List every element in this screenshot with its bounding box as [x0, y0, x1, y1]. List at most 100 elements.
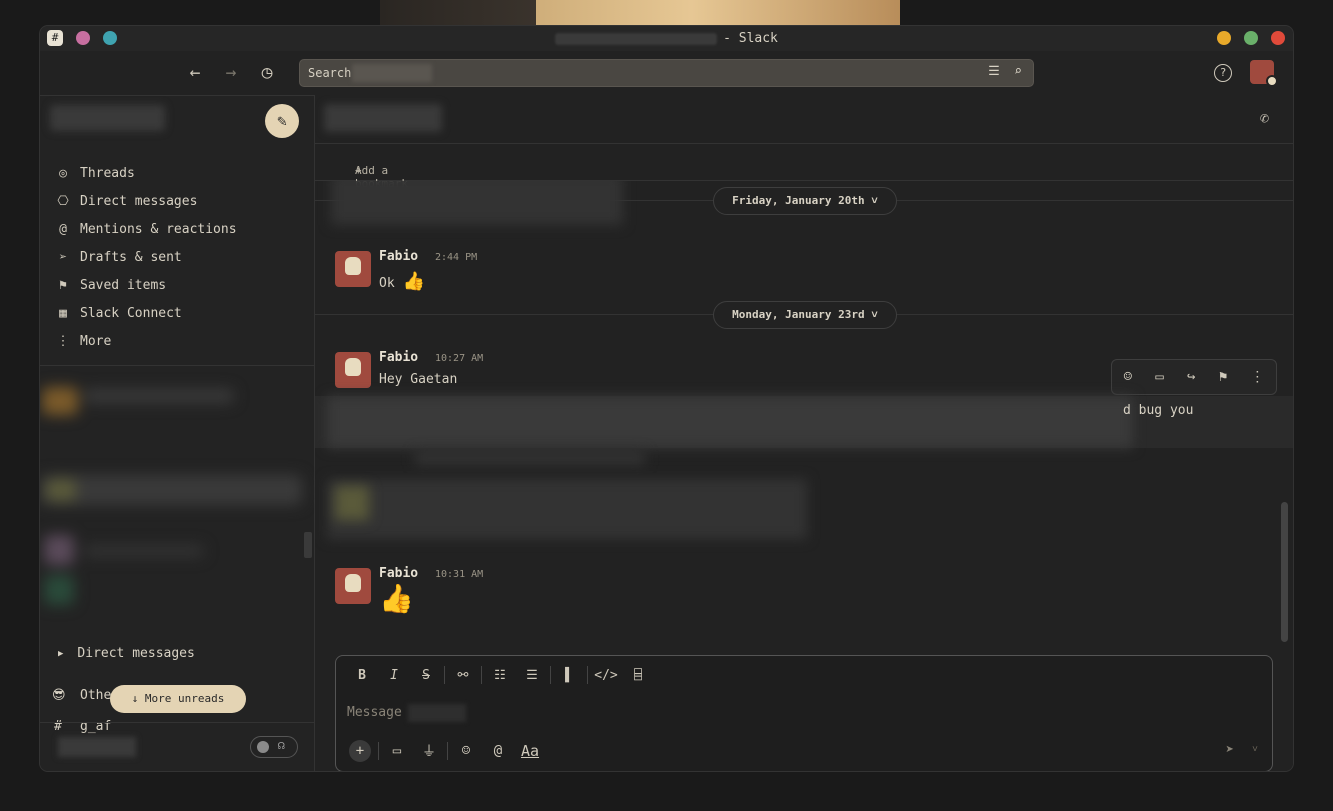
blurred-channel-list: [40, 375, 305, 615]
user-avatar[interactable]: [1250, 60, 1278, 87]
link-icon[interactable]: ⚯: [447, 668, 479, 683]
message-time[interactable]: 10:31 AM: [435, 569, 483, 580]
message-author[interactable]: Fabio: [379, 350, 418, 365]
message-actions-bar: ☺ ▭ ↪ ⚑ ⋮: [1111, 359, 1277, 395]
search-label: Search: [308, 66, 352, 80]
sidebar-item-label: Threads: [80, 165, 135, 181]
code-icon[interactable]: </>: [590, 668, 622, 683]
bold-icon[interactable]: B: [346, 668, 378, 683]
avatar[interactable]: [335, 352, 371, 388]
sidebar-item-slack-connect[interactable]: ▦ Slack Connect: [54, 299, 237, 327]
sidebar-scrollbar[interactable]: [304, 532, 312, 558]
date-divider-friday[interactable]: Friday, January 20th ˅: [713, 187, 897, 215]
sidebar-item-mentions[interactable]: @ Mentions & reactions: [54, 215, 237, 243]
window-title-text: - Slack: [723, 31, 778, 46]
more-unreads-label: More unreads: [144, 692, 225, 705]
bullet-list-icon[interactable]: ☰: [516, 668, 548, 683]
search-icon[interactable]: ⌕: [1009, 64, 1027, 82]
blockquote-icon[interactable]: ▌: [553, 668, 585, 683]
message-composer: B I S ⚯ ☷ ☰ ▌ </> ⌸ Message + ▭ ⏚ ☺ @ Aa…: [335, 655, 1273, 771]
arrow-down-icon: ↓: [131, 692, 145, 705]
help-icon[interactable]: ?: [1214, 64, 1232, 82]
sidebar-item-label: Direct messages: [80, 193, 198, 209]
mention-icon[interactable]: @: [482, 743, 514, 759]
sunglasses-emoji-icon: 😎: [52, 688, 66, 703]
avatar[interactable]: [335, 251, 371, 287]
date-label: Monday, January 23rd: [732, 308, 865, 321]
status-indicator: [1266, 75, 1278, 87]
sidebar-item-label: Slack Connect: [80, 305, 182, 321]
sidebar-item-label: More: [80, 333, 112, 349]
sidebar-item-more[interactable]: ⋮ More: [54, 327, 237, 355]
code-block-icon[interactable]: ⌸: [622, 668, 654, 683]
title-bar: # - Slack: [40, 26, 1293, 51]
maximize-button[interactable]: [1244, 31, 1258, 45]
chevron-down-icon[interactable]: ˅: [1252, 744, 1258, 756]
emoji-icon[interactable]: ☺: [450, 743, 482, 759]
message-time[interactable]: 10:27 AM: [435, 353, 483, 364]
more-unreads-button[interactable]: ↓ More unreads: [110, 685, 246, 713]
bookmark-icon: ⚑: [59, 277, 67, 293]
huddle-toggle[interactable]: ☊: [250, 736, 298, 758]
caret-right-icon: ▶: [58, 648, 64, 659]
back-arrow-icon[interactable]: ←: [185, 63, 205, 83]
sidebar-item-threads[interactable]: ◎ Threads: [54, 159, 237, 187]
dm-section-header[interactable]: ▶ Direct messages: [58, 646, 195, 661]
forward-arrow-icon[interactable]: →: [221, 63, 241, 83]
composer-actions: + ▭ ⏚ ☺ @ Aa: [344, 740, 546, 762]
share-icon[interactable]: ↪: [1187, 369, 1195, 385]
message-body: Ok: [379, 276, 395, 291]
add-reaction-icon[interactable]: ☺: [1124, 369, 1132, 385]
building-icon: ▦: [59, 305, 67, 321]
video-icon[interactable]: ▭: [381, 743, 413, 759]
thumbs-up-emoji-icon: 👍: [379, 582, 414, 615]
partial-message-text: d bug you: [1123, 403, 1194, 418]
channel-header: ✆: [315, 95, 1293, 144]
history-icon[interactable]: ◷: [257, 63, 277, 83]
text-format-icon[interactable]: Aa: [514, 742, 546, 760]
sidebar-footer: ☊: [40, 722, 314, 771]
date-label: Friday, January 20th: [732, 194, 865, 207]
sidebar-item-drafts[interactable]: ➢ Drafts & sent: [54, 243, 237, 271]
save-bookmark-icon[interactable]: ⚑: [1219, 369, 1227, 385]
message-list: Friday, January 20th ˅ Fabio 2:44 PM Ok …: [315, 181, 1293, 651]
filter-icon[interactable]: ☰: [985, 64, 1003, 82]
blurred-message: [327, 396, 1133, 448]
channel-view: ✆ + Add a bookmark Friday, January 20th …: [315, 95, 1293, 771]
send-icon: ➢: [59, 249, 67, 265]
channel-title[interactable]: [324, 104, 442, 132]
sidebar-nav: ◎ Threads ⎔ Direct messages @ Mentions & re…: [54, 159, 237, 355]
dm-section-label: Direct messages: [77, 646, 195, 661]
send-icon[interactable]: ➤: [1226, 742, 1234, 758]
sidebar-item-saved[interactable]: ⚑ Saved items: [54, 271, 237, 299]
workspace-name[interactable]: [50, 105, 165, 131]
italic-icon[interactable]: I: [378, 668, 410, 683]
ordered-list-icon[interactable]: ☷: [484, 668, 516, 683]
microphone-icon[interactable]: ⏚: [413, 741, 445, 761]
message-author[interactable]: Fabio: [379, 566, 418, 581]
headphones-icon: ☊: [278, 739, 285, 752]
background-art: [380, 0, 900, 26]
date-divider-monday[interactable]: Monday, January 23rd ˅: [713, 301, 897, 329]
reply-thread-icon[interactable]: ▭: [1155, 369, 1163, 385]
avatar[interactable]: [335, 568, 371, 604]
close-button[interactable]: [1271, 31, 1285, 45]
strikethrough-icon[interactable]: S: [410, 668, 442, 683]
minimize-button[interactable]: [1217, 31, 1231, 45]
top-toolbar: ← → ◷ Search ☰ ⌕ ?: [40, 51, 1293, 95]
more-actions-icon[interactable]: ⋮: [1250, 369, 1264, 385]
format-toolbar: B I S ⚯ ☷ ☰ ▌ </> ⌸: [346, 666, 654, 684]
window-title: - Slack: [40, 31, 1293, 46]
search-bar[interactable]: Search ☰ ⌕: [299, 59, 1034, 87]
sidebar-item-label: Mentions & reactions: [80, 221, 237, 237]
plus-icon[interactable]: +: [349, 740, 371, 762]
blurred-message: [415, 451, 645, 465]
message-author[interactable]: Fabio: [379, 249, 418, 264]
message-scrollbar[interactable]: [1281, 502, 1288, 642]
phone-icon[interactable]: ✆: [1260, 109, 1269, 127]
message-time[interactable]: 2:44 PM: [435, 252, 477, 263]
sidebar-item-direct-messages[interactable]: ⎔ Direct messages: [54, 187, 237, 215]
sidebar-item-label: Drafts & sent: [80, 249, 182, 265]
message-input[interactable]: Message: [347, 705, 402, 720]
compose-button[interactable]: ✎: [265, 104, 299, 138]
